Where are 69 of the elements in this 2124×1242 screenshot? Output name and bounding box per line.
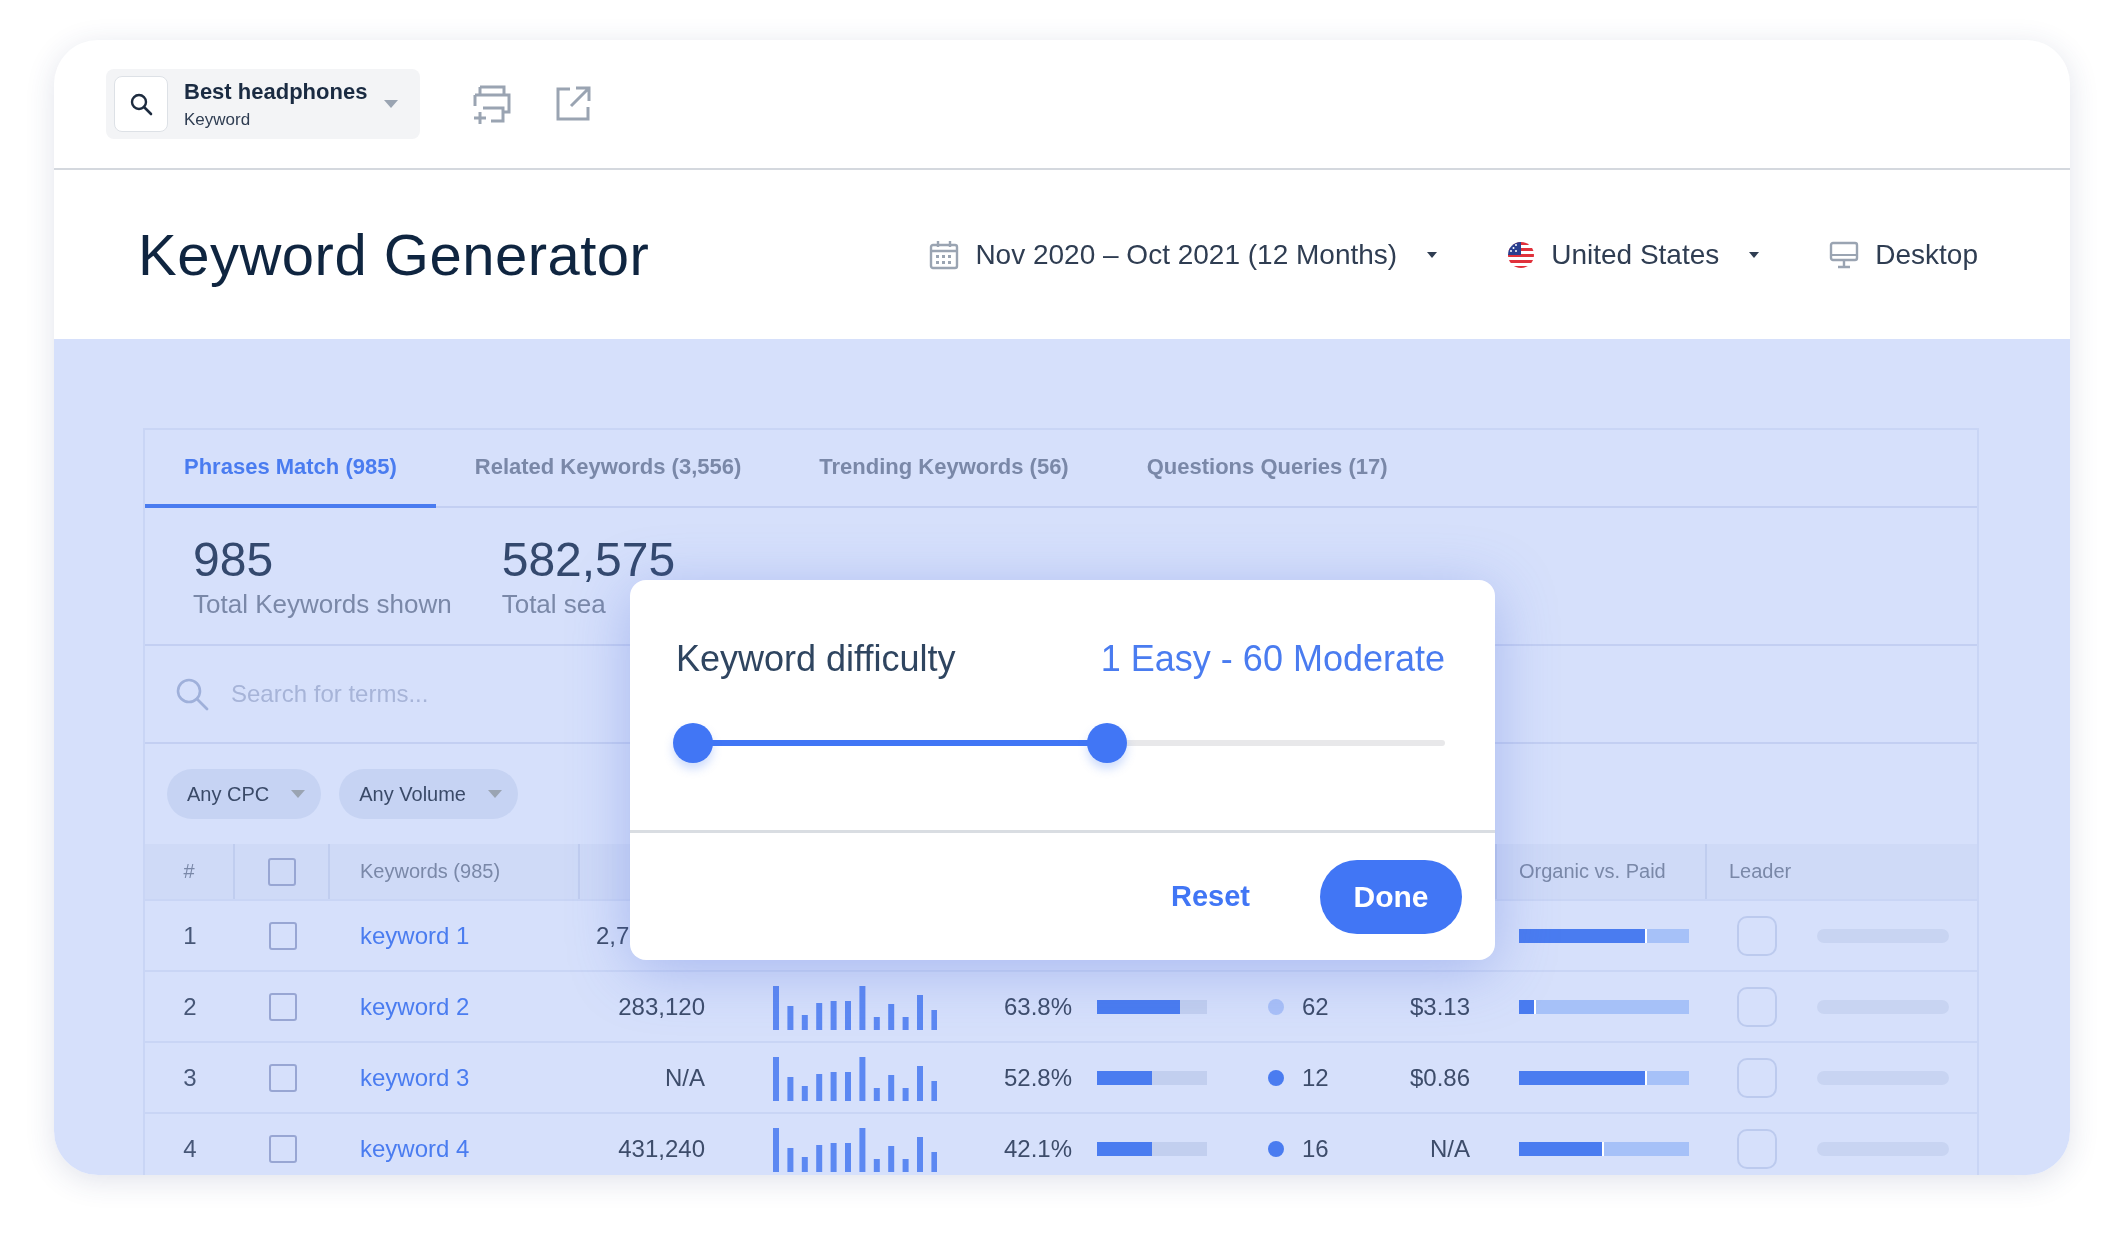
caret-icon: [488, 790, 502, 798]
tab[interactable]: Related Keywords (3,556): [435, 430, 781, 508]
external-link-icon[interactable]: [554, 85, 592, 123]
column-header: #: [183, 860, 195, 883]
difficulty-score: 62: [1302, 992, 1329, 1021]
column-header[interactable]: Leader: [1729, 860, 1792, 883]
slider-thumb[interactable]: [1086, 723, 1127, 763]
search-icon: [128, 91, 154, 117]
stat-value: 582,575: [501, 532, 676, 587]
leader-placeholder: [1737, 1128, 1777, 1169]
kd-percent: 52.8%: [1003, 1063, 1072, 1092]
search-volume: 431,240: [618, 1134, 705, 1163]
caret-icon: [384, 100, 398, 108]
kd-percent: 42.1%: [1003, 1134, 1072, 1163]
caret-icon: [1427, 251, 1438, 258]
range-value: 1 Easy - 60 Moderate: [1100, 638, 1445, 680]
device-selector[interactable]: Desktop: [1829, 238, 1978, 271]
caret-icon: [291, 790, 306, 798]
keyword-link[interactable]: keyword 4: [360, 1134, 470, 1163]
checkbox[interactable]: [267, 857, 296, 886]
done-button[interactable]: Done: [1320, 859, 1462, 934]
tab[interactable]: Questions Queries (17): [1107, 430, 1427, 508]
stat-label: Total sea: [501, 589, 607, 620]
row-number: 2: [183, 992, 197, 1021]
difficulty-score: 12: [1302, 1063, 1329, 1092]
cpc-value: N/A: [1430, 1134, 1470, 1163]
print-add-icon[interactable]: [472, 84, 512, 124]
keyword-selector[interactable]: Best headphones Keyword: [106, 69, 420, 139]
keyword-type: Keyword: [184, 109, 252, 130]
checkbox[interactable]: [268, 1063, 297, 1092]
cpc-value: $3.13: [1409, 992, 1470, 1021]
date-range-selector[interactable]: Nov 2020 – Oct 2021 (12 Months): [929, 238, 1438, 271]
search-icon: [175, 677, 209, 711]
search-volume: N/A: [665, 1063, 705, 1092]
filter-dropdown[interactable]: Any Volume: [339, 769, 518, 819]
row-number: 1: [183, 921, 197, 950]
page-title: Keyword Generator: [138, 221, 650, 288]
country-selector[interactable]: United States: [1507, 238, 1760, 271]
keyword-link[interactable]: keyword 1: [360, 921, 470, 950]
row-number: 3: [183, 1063, 197, 1092]
popup-title: Keyword difficulty: [676, 638, 956, 680]
tab[interactable]: Trending Keywords (56): [780, 430, 1108, 508]
kd-percent: 63.8%: [1003, 992, 1072, 1021]
calendar-icon: [929, 239, 960, 270]
column-header[interactable]: Keywords (985): [360, 860, 501, 883]
leader-placeholder: [1737, 1057, 1777, 1098]
checkbox[interactable]: [268, 921, 297, 950]
search-volume: 2,7: [596, 921, 630, 950]
cpc-value: $0.86: [1409, 1063, 1470, 1092]
stat-label: Total Keywords shown: [193, 589, 452, 620]
column-header[interactable]: Organic vs. Paid: [1519, 860, 1666, 883]
keyword-link[interactable]: keyword 2: [360, 992, 470, 1021]
monitor-icon: [1829, 239, 1860, 270]
reset-button[interactable]: Reset: [1161, 874, 1260, 919]
leader-placeholder: [1737, 986, 1777, 1027]
checkbox[interactable]: [268, 1134, 297, 1163]
slider-thumb[interactable]: [673, 723, 713, 763]
row-number: 4: [183, 1134, 197, 1163]
search-volume: 283,120: [618, 992, 705, 1021]
filter-dropdown[interactable]: Any CPC: [167, 769, 322, 819]
tab[interactable]: Phrases Match (985): [145, 430, 436, 508]
difficulty-score: 16: [1302, 1134, 1329, 1163]
keyword-link[interactable]: keyword 3: [360, 1063, 470, 1092]
flag-icon: [1507, 240, 1536, 269]
caret-icon: [1749, 251, 1760, 258]
keyword-value: Best headphones: [184, 78, 369, 105]
leader-placeholder: [1737, 915, 1777, 956]
checkbox[interactable]: [268, 992, 297, 1021]
stat-value: 985: [193, 532, 275, 587]
